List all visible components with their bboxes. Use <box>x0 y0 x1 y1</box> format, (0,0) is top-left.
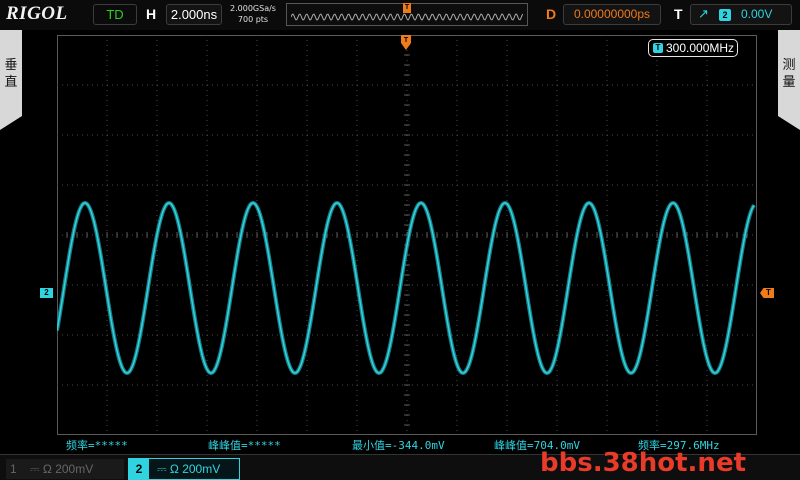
trigger-level-marker[interactable]: T <box>760 288 774 298</box>
watermark: bbs.38hot.net <box>540 448 747 478</box>
delay-value[interactable]: 0.00000000ps <box>563 4 661 25</box>
memory-depth: 700 pts <box>237 15 269 24</box>
ch1-button[interactable]: 1 ⎓ Ω 200mV <box>6 459 124 479</box>
memory-waveform-preview <box>291 13 523 21</box>
vertical-tab-char-2: 直 <box>4 74 18 89</box>
waveform-display[interactable] <box>57 35 757 435</box>
frequency-counter-value: 300.000MHz <box>666 41 735 55</box>
brand-logo: RIGOL <box>6 3 68 24</box>
frequency-counter: T 300.000MHz <box>648 39 738 57</box>
ch2-offset-marker[interactable]: 2 <box>40 288 53 298</box>
trigger-position-marker[interactable]: T <box>401 35 411 51</box>
measurement-1[interactable]: 频率=***** <box>66 437 128 453</box>
rising-edge-icon: ↗ <box>698 6 709 21</box>
measure-tab-char-1: 测 <box>782 57 796 72</box>
measurement-2[interactable]: 峰峰值=***** <box>208 437 281 453</box>
vertical-tab-char-1: 垂 <box>4 57 18 72</box>
memory-trigger-marker: T <box>403 3 411 13</box>
run-state-button[interactable]: TD <box>93 4 137 25</box>
measure-tab-char-2: 量 <box>782 74 796 89</box>
horizontal-label: H <box>146 6 157 22</box>
ch2-number: 2 <box>129 459 149 479</box>
svg-text:T: T <box>404 37 409 44</box>
ch1-settings: ⎓ Ω 200mV <box>30 462 94 476</box>
ch1-number: 1 <box>10 462 17 476</box>
timebase-value[interactable]: 2.000ns <box>166 4 222 25</box>
memory-overview-bar[interactable]: T <box>286 3 528 26</box>
sample-rate: 2.000GSa/s <box>230 4 276 13</box>
acquisition-info: 2.000GSa/s 700 pts <box>228 3 278 25</box>
ch2-trace <box>57 200 756 376</box>
trigger-label: T <box>674 6 683 22</box>
ch2-settings: ⎓ Ω 200mV <box>157 462 221 476</box>
trigger-source-badge: 2 <box>719 9 731 21</box>
counter-tag: T <box>653 43 663 53</box>
delay-label: D <box>546 6 557 22</box>
trigger-level-value: 0.00V <box>741 7 773 21</box>
top-status-bar: RIGOL TD H 2.000ns 2.000GSa/s 700 pts T … <box>0 0 800 30</box>
vertical-menu-tab[interactable]: 垂 直 <box>0 30 22 130</box>
measurement-3[interactable]: 最小值=-344.0mV <box>352 437 445 453</box>
ch2-button[interactable]: 2 ⎓ Ω 200mV <box>128 458 240 480</box>
measure-menu-tab[interactable]: 测 量 <box>778 30 800 130</box>
trigger-settings[interactable]: ↗ 2 0.00V <box>690 4 792 25</box>
